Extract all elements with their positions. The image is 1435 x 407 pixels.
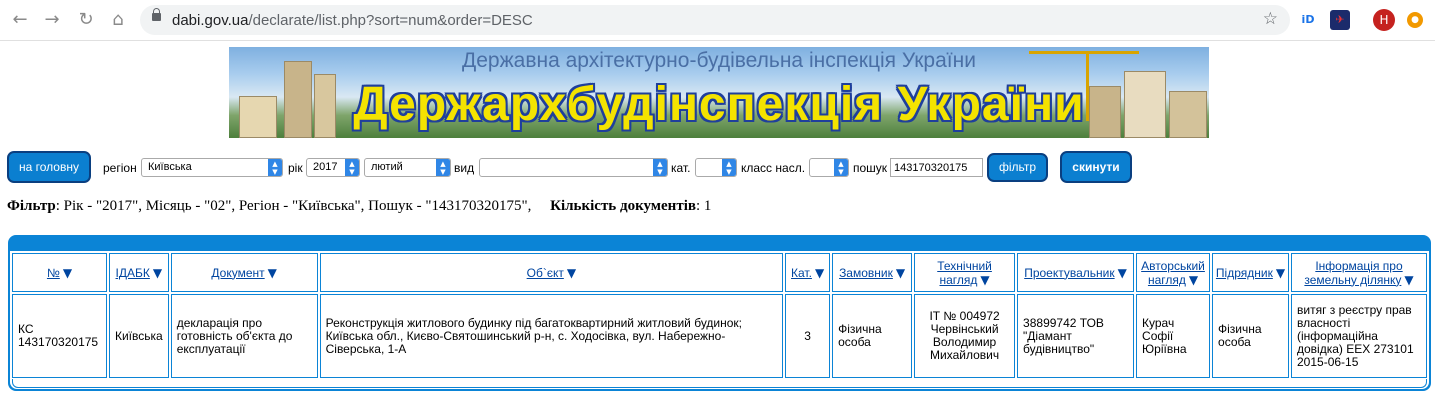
home-icon[interactable]: ⌂ xyxy=(106,8,130,32)
extension-icon[interactable]: ✈ xyxy=(1330,10,1350,30)
search-label: пошук xyxy=(853,161,888,175)
address-bar[interactable]: dabi.gov.ua/declarate/list.php?sort=num&… xyxy=(140,5,1290,35)
search-input[interactable] xyxy=(890,158,983,177)
category-select[interactable]: ▲ ▼ xyxy=(695,158,737,177)
class-select[interactable]: ▲ ▼ xyxy=(809,158,849,177)
id-extension-icon[interactable]: iD xyxy=(1298,10,1318,30)
forward-icon[interactable]: → xyxy=(40,8,64,32)
region-select[interactable]: Київська ▲ ▼ xyxy=(141,158,283,177)
sort-triangle-icon: ▼ xyxy=(1275,265,1286,280)
chevron-updown-icon: ▲ ▼ xyxy=(722,159,736,176)
column-header-object[interactable]: Об`єкт ▼ xyxy=(319,253,784,292)
column-header-category[interactable]: Кат. ▼ xyxy=(785,253,831,292)
cell-designer: 38899742 ТОВ "Діамант будівництво" xyxy=(1017,294,1135,378)
year-select[interactable]: 2017 ▲ ▼ xyxy=(306,158,360,177)
site-banner: Державна архітектурно-будівельна інспекц… xyxy=(229,47,1209,138)
sort-triangle-icon: ▼ xyxy=(62,265,73,280)
cell-author-supervision: Курач Софії Юріївна xyxy=(1136,294,1211,378)
chevron-updown-icon: ▲ ▼ xyxy=(436,159,450,176)
column-header-idabk[interactable]: IДАБК ▼ xyxy=(108,253,169,292)
cell-tech-supervision: ІТ № 004972 Червінський Володимир Михайл… xyxy=(914,294,1016,378)
column-header-designer[interactable]: Проектувальник ▼ xyxy=(1017,253,1135,292)
chevron-updown-icon: ▲ ▼ xyxy=(653,159,667,176)
column-header-customer[interactable]: Замовник ▼ xyxy=(832,253,913,292)
year-label: рік xyxy=(288,161,303,175)
documents-table: № ▼ IДАБК ▼ Документ ▼ Об`єкт ▼ Кат. ▼ Замовн… xyxy=(8,235,1431,391)
cell-customer: Фізична особа xyxy=(832,294,913,378)
table-row: КС 143170320175 Київська декларація про … xyxy=(12,294,1427,378)
cell-land-info: витяг з реєстру прав власності (інформац… xyxy=(1291,294,1427,378)
column-header-tech-supervision[interactable]: Технічний нагляд ▼ xyxy=(914,253,1016,292)
home-button[interactable]: на головну xyxy=(7,151,91,183)
back-icon[interactable]: ← xyxy=(8,8,32,32)
sort-triangle-icon: ▼ xyxy=(267,265,277,280)
bookmark-star-icon[interactable]: ☆ xyxy=(1263,9,1278,29)
sort-triangle-icon: ▼ xyxy=(980,272,990,287)
reset-button[interactable]: скинути xyxy=(1060,151,1132,183)
banner-title: Держархбудінспекція України xyxy=(353,78,1085,131)
column-header-document[interactable]: Документ ▼ xyxy=(170,253,318,292)
category-label: кат. xyxy=(671,161,691,175)
sort-triangle-icon: ▼ xyxy=(1188,272,1199,287)
banner-subtitle: Державна архітектурно-будівельна інспекц… xyxy=(462,49,976,72)
filter-summary: Фільтр: Рік - "2017", Місяць - "02", Рег… xyxy=(7,198,712,214)
browser-toolbar: ← → ↻ ⌂ dabi.gov.ua/declarate/list.php?s… xyxy=(0,0,1435,41)
column-header-number[interactable]: № ▼ xyxy=(12,253,107,292)
sort-triangle-icon: ▼ xyxy=(152,265,163,280)
region-label: регіон xyxy=(103,161,137,175)
cell-category: 3 xyxy=(785,294,831,378)
chevron-updown-icon: ▲ ▼ xyxy=(834,159,848,176)
sort-triangle-icon: ▼ xyxy=(566,265,577,280)
table-footer xyxy=(12,379,1427,388)
cell-object: Реконструкція житлового будинку під бага… xyxy=(319,294,784,378)
column-header-author-supervision[interactable]: Авторський нагляд ▼ xyxy=(1136,253,1211,292)
cell-idabk: Київська xyxy=(108,294,169,378)
chevron-updown-icon: ▲ ▼ xyxy=(268,159,282,176)
kind-select[interactable]: ▲ ▼ xyxy=(479,158,668,177)
class-label: класс насл. xyxy=(741,161,806,175)
lock-icon xyxy=(152,8,161,21)
sort-triangle-icon: ▼ xyxy=(1117,265,1127,280)
sort-triangle-icon: ▼ xyxy=(895,265,906,280)
filter-button[interactable]: фільтр xyxy=(987,153,1048,182)
column-header-land-info[interactable]: Інформація про земельну ділянку ▼ xyxy=(1291,253,1427,292)
sort-triangle-icon: ▼ xyxy=(814,265,825,280)
sort-triangle-icon: ▼ xyxy=(1404,272,1414,287)
reload-icon[interactable]: ↻ xyxy=(74,8,98,32)
url-text: dabi.gov.ua/declarate/list.php?sort=num&… xyxy=(172,12,533,29)
avatar[interactable]: H xyxy=(1373,9,1395,31)
cell-contractor: Фізична особа xyxy=(1212,294,1289,378)
extension-orange-icon[interactable]: ● xyxy=(1407,12,1423,28)
chevron-updown-icon: ▲ ▼ xyxy=(345,159,359,176)
kind-label: вид xyxy=(454,161,475,175)
month-select[interactable]: лютий ▲ ▼ xyxy=(364,158,451,177)
column-header-contractor[interactable]: Підрядник ▼ xyxy=(1212,253,1289,292)
cell-number: КС 143170320175 xyxy=(12,294,107,378)
cell-document: декларація про готовність об'єкта до екс… xyxy=(170,294,318,378)
